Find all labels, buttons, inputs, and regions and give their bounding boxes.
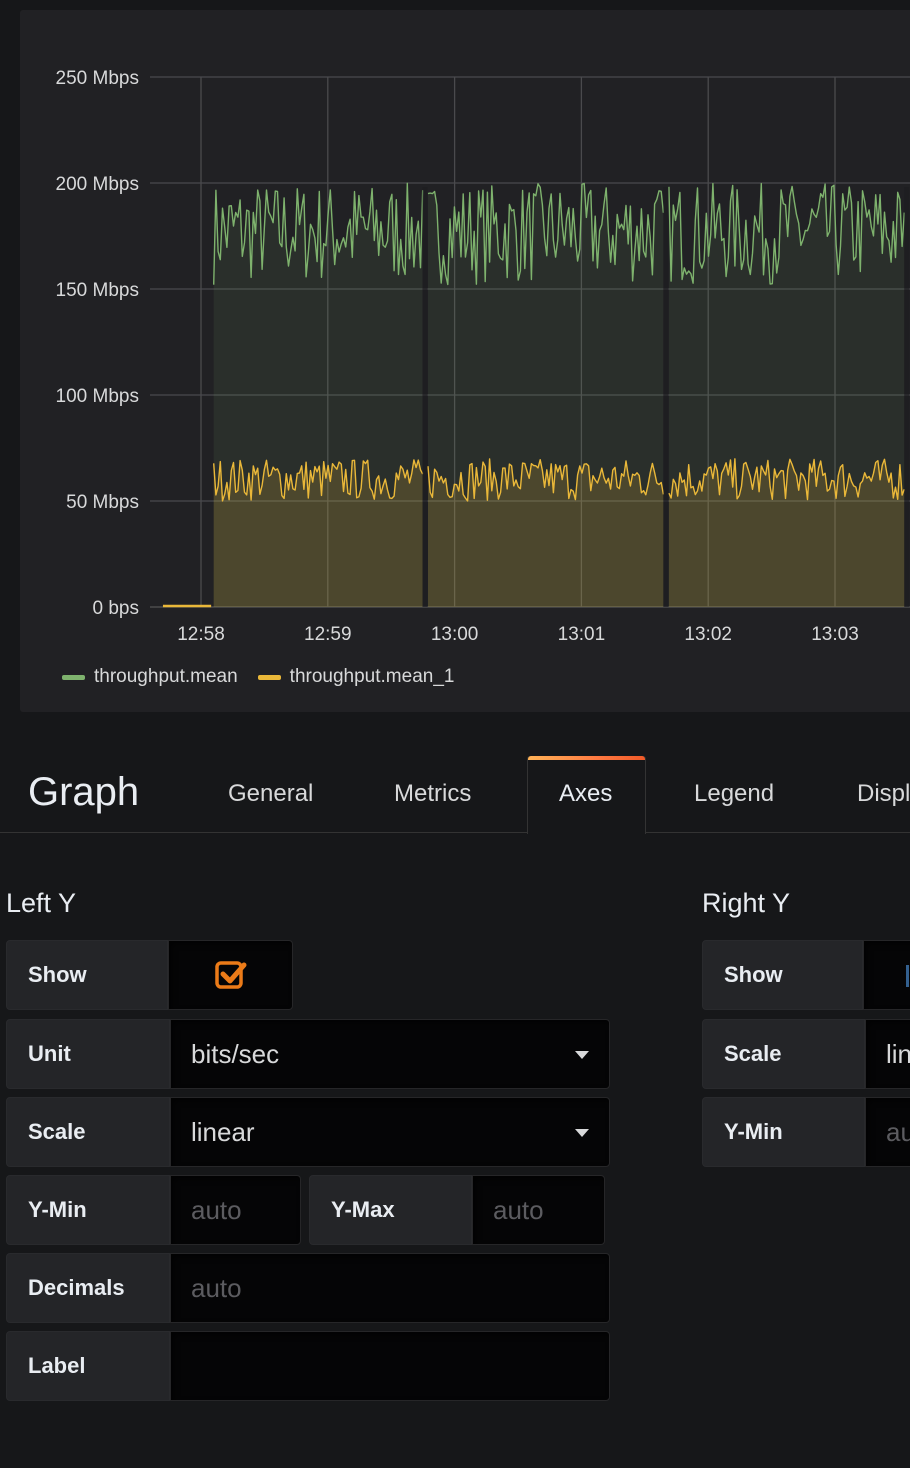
right-y-title: Right Y	[702, 888, 791, 918]
caret-down-icon	[575, 1051, 589, 1059]
right-y-scale-row: Scale lin	[702, 1019, 910, 1089]
y-max-label: Y-Max	[309, 1175, 472, 1245]
left-y-title: Left Y	[6, 888, 77, 918]
active-tab-indicator	[528, 756, 645, 760]
tab-metrics[interactable]: Metrics	[394, 780, 471, 808]
x-tick-label: 13:00	[431, 624, 479, 645]
y-min-input[interactable]: auto	[170, 1175, 301, 1245]
left-y-unit-row: Unit bits/sec	[6, 1019, 610, 1089]
unit-label: Unit	[6, 1019, 170, 1089]
legend-swatch-yellow	[257, 674, 281, 680]
data-gap	[422, 187, 428, 607]
throughput-chart: 0 bps 50 Mbps 100 Mbps 150 Mbps 200 Mbps 250 …	[56, 68, 910, 645]
left-y-show-row: Show	[6, 940, 293, 1010]
right-y-min-input[interactable]: au	[865, 1097, 910, 1167]
tab-display[interactable]: Displ	[857, 780, 910, 808]
x-tick-label: 13:01	[558, 624, 606, 645]
y-max-input[interactable]: auto	[472, 1175, 605, 1245]
checkbox-checked-icon[interactable]	[214, 958, 248, 992]
legend-swatch-green	[62, 674, 85, 680]
right-y-show-row: Show	[702, 940, 910, 1010]
scale-label: Scale	[6, 1097, 170, 1167]
y-tick-label: 0 bps	[93, 598, 139, 619]
tab-bar-divider	[0, 832, 910, 833]
legend-item-throughput-mean[interactable]: throughput.mean	[62, 666, 238, 688]
right-y-min-row: Y-Min au	[702, 1097, 910, 1167]
left-y-show-checkbox[interactable]	[168, 940, 293, 1010]
panel-type-title: Graph	[28, 770, 140, 814]
scale-value: linear	[191, 1116, 255, 1147]
left-y-min-row: Y-Min auto	[6, 1175, 301, 1245]
x-tick-label: 12:59	[304, 624, 352, 645]
decimals-input[interactable]: auto	[170, 1253, 610, 1323]
data-gap	[663, 187, 669, 607]
y-tick-label: 100 Mbps	[56, 386, 139, 407]
scale-label: Scale	[702, 1019, 865, 1089]
unit-select[interactable]: bits/sec	[170, 1019, 610, 1089]
left-y-decimals-row: Decimals auto	[6, 1253, 610, 1323]
y-tick-label: 50 Mbps	[66, 492, 139, 513]
chart-legend: throughput.mean throughput.mean_1	[62, 666, 474, 688]
caret-down-icon	[575, 1129, 589, 1137]
x-tick-label: 13:02	[684, 624, 732, 645]
y-tick-label: 200 Mbps	[56, 174, 139, 195]
show-label: Show	[702, 940, 863, 1010]
checkbox-unchecked-icon	[906, 965, 909, 987]
unit-value: bits/sec	[191, 1038, 280, 1069]
tab-axes[interactable]: Axes	[559, 780, 612, 808]
label-label: Label	[6, 1331, 170, 1401]
legend-item-throughput-mean-1[interactable]: throughput.mean_1	[257, 666, 455, 688]
x-tick-label: 13:03	[811, 624, 859, 645]
y-min-label: Y-Min	[702, 1097, 865, 1167]
x-tick-label: 12:58	[177, 624, 225, 645]
decimals-label: Decimals	[6, 1253, 170, 1323]
legend-label[interactable]: throughput.mean	[94, 666, 238, 688]
right-scale-select[interactable]: lin	[865, 1019, 910, 1089]
right-y-show-checkbox[interactable]	[863, 940, 910, 1010]
y-tick-label: 250 Mbps	[56, 68, 139, 89]
scale-select[interactable]: linear	[170, 1097, 610, 1167]
tab-general[interactable]: General	[228, 780, 313, 808]
y-min-label: Y-Min	[6, 1175, 170, 1245]
legend-label[interactable]: throughput.mean_1	[290, 666, 455, 688]
tab-legend[interactable]: Legend	[694, 780, 774, 808]
show-label: Show	[6, 940, 168, 1010]
left-y-scale-row: Scale linear	[6, 1097, 610, 1167]
left-y-label-row: Label	[6, 1331, 610, 1401]
y-tick-label: 150 Mbps	[56, 280, 139, 301]
label-input[interactable]	[170, 1331, 610, 1401]
data-gap	[904, 187, 910, 607]
left-y-max-row: Y-Max auto	[309, 1175, 605, 1245]
